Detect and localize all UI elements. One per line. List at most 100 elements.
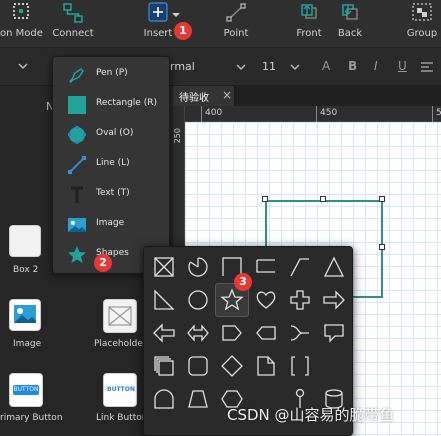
placeholder-component-thumb[interactable] [103,299,137,333]
bold-icon[interactable]: B [348,59,357,73]
align-left-icon[interactable] [420,61,434,73]
shape-note[interactable] [249,349,283,383]
connect-icon [63,3,83,23]
shape-triangle[interactable] [317,250,351,284]
shape-arc[interactable] [181,250,215,284]
arrow-right-shape-icon [323,290,345,310]
shape-stack[interactable] [147,349,181,383]
menu-item-image[interactable]: Image [53,209,169,239]
text-icon [71,186,83,203]
step-line-shape-icon [290,258,309,277]
menu-item-label: Rectangle (R) [96,98,157,108]
shape-rounded-rect[interactable] [181,349,215,383]
triangle-shape-icon [323,256,345,277]
star-shape-icon [220,288,244,311]
connect-button[interactable]: Connect [50,0,96,48]
font-size-select[interactable]: 11 [262,60,276,73]
rounded-rect-shape-icon [188,356,208,376]
menu-item-line[interactable]: Line (L) [53,149,169,179]
menu-item-text[interactable]: Text (T) [53,179,169,209]
box-component-thumb[interactable] [9,225,41,257]
tab-title: 待验收 [179,93,209,104]
shape-arrow-right[interactable] [317,283,351,317]
menu-item-rectangle[interactable]: Rectangle (R) [53,89,169,119]
shape-right-triangle[interactable] [147,283,181,317]
double-arrow-shape-icon [187,324,209,342]
shape-placeholder-box[interactable] [147,250,181,284]
shape-bracket-box[interactable] [283,349,317,383]
italic-icon[interactable]: I [374,59,378,73]
font-family-select[interactable]: rmal [170,60,195,73]
stack-shape-icon [154,356,174,376]
step-badge-3: 3 [234,273,252,291]
menu-item-oval[interactable]: Oval (O) [53,119,169,149]
bring-front-button[interactable]: Front [290,0,328,48]
chevron-down-icon[interactable] [18,61,28,71]
shape-circle[interactable] [181,283,215,317]
group-icon [412,3,432,21]
send-back-icon [342,4,358,20]
tool-label: on Mode [0,28,43,39]
connection-mode-button[interactable]: on Mode [0,0,43,48]
placeholder-shape-icon [154,257,174,277]
diamond-shape-icon [221,355,243,377]
image-component-thumb[interactable] [9,299,41,331]
primary-button-component-thumb[interactable]: BUTTON [9,373,43,407]
branch-shape-icon [290,325,309,341]
resize-handle[interactable] [262,196,268,202]
shape-tag-left[interactable] [249,316,283,350]
link-button-component-thumb[interactable]: BUTTON [103,373,137,407]
menu-item-label: Text (T) [96,188,130,198]
component-label: rimary Button [0,413,63,423]
shape-diamond[interactable] [215,349,249,383]
tag-left-shape-icon [256,326,276,340]
arc-shape-icon [188,257,208,277]
resize-handle[interactable] [320,196,326,202]
underline-icon[interactable]: U [398,59,407,73]
shape-arrow-double[interactable] [181,316,215,350]
shape-cross[interactable] [283,283,317,317]
chevron-down-icon[interactable] [290,62,300,72]
shape-pentagon-tag[interactable] [215,316,249,350]
connection-mode-icon [13,3,29,19]
button-preview: BUTTON [13,385,39,395]
insert-dropdown-menu: Pen (P) Rectangle (R) Oval (O) Line (L) … [52,56,170,274]
tool-label: Connect [52,28,94,39]
point-button[interactable]: Point [216,0,256,48]
tool-label: Back [337,28,363,39]
point-icon [226,3,246,22]
bracket-line-shape-icon [256,259,275,273]
send-back-button[interactable]: Back [332,0,368,48]
circle-shape-icon [188,290,208,310]
chevron-down-icon[interactable] [236,62,246,72]
tab-active-document[interactable]: 待验收 × [173,86,235,106]
step-badge-2: 2 [94,254,112,272]
bracket-box-shape-icon [291,356,309,376]
font-color-icon[interactable]: A [322,59,330,73]
menu-item-pen[interactable]: Pen (P) [53,59,169,89]
resize-handle[interactable] [379,244,385,250]
ruler-tick: 250 [173,128,182,144]
shape-heart[interactable] [249,283,283,317]
shape-step-line[interactable] [283,250,317,284]
star-icon [68,246,86,263]
tool-label: Front [296,28,322,39]
shape-dome[interactable] [147,382,181,416]
pen-icon [69,68,84,83]
menu-item-label: Image [96,218,125,228]
insert-button[interactable]: Insert [136,0,180,48]
shape-arrow-left[interactable] [147,316,181,350]
shape-callout[interactable] [317,316,351,350]
group-button[interactable]: Group [402,0,441,48]
image-icon [14,305,36,323]
resize-handle[interactable] [379,196,385,202]
shape-trapezoid[interactable] [181,382,215,416]
shape-branch[interactable] [283,316,317,350]
link-button-preview: BUTTON [107,386,135,393]
close-icon[interactable]: × [222,88,232,102]
dome-shape-icon [154,389,174,409]
shape-bracket-line[interactable] [249,250,283,284]
ruler-tick: 400 [205,108,223,118]
chevron-down-icon[interactable] [171,12,181,18]
ruler-tick: 450 [320,108,338,118]
